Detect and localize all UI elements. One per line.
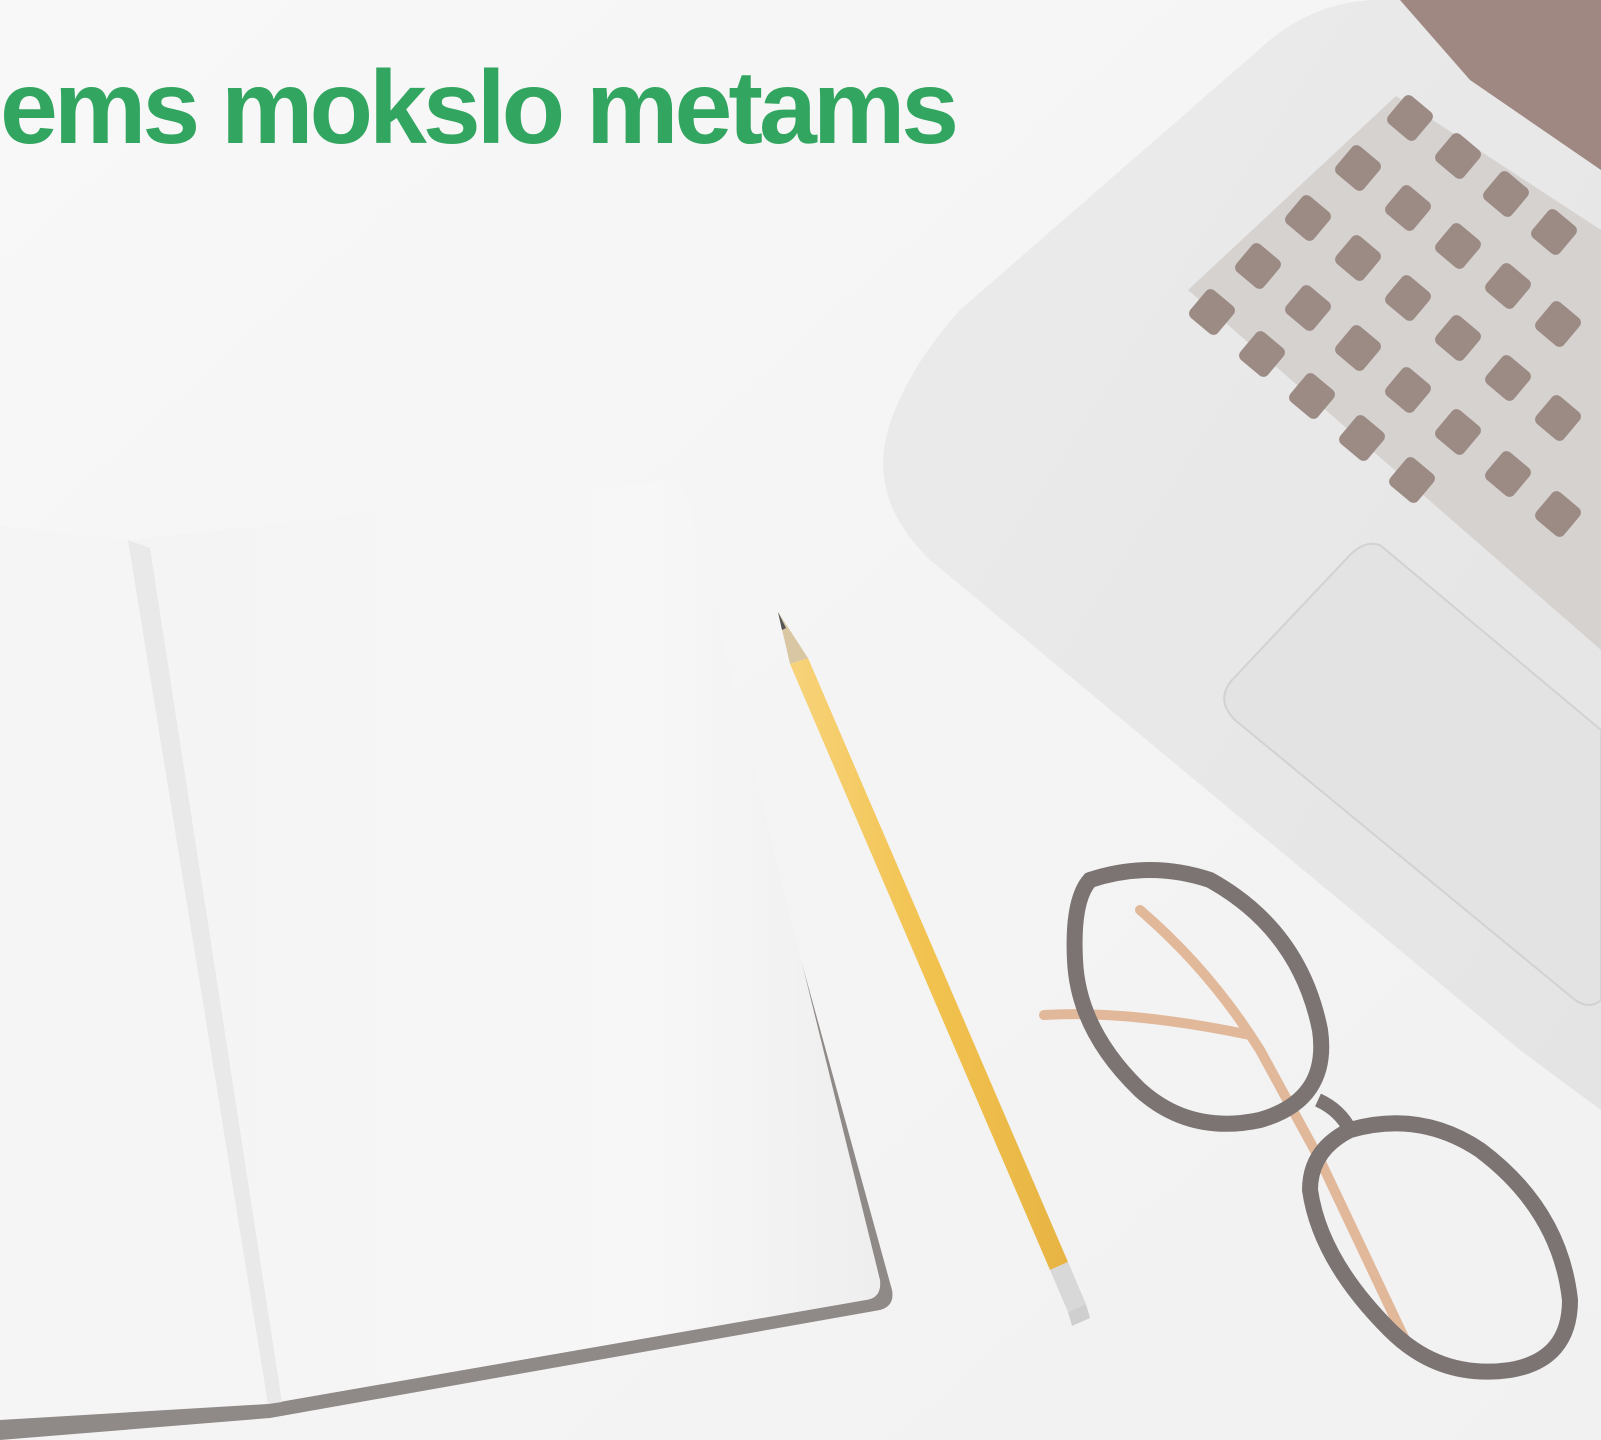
desk-scene xyxy=(0,0,1601,1440)
page-title: ems mokslo metams xyxy=(0,50,959,166)
